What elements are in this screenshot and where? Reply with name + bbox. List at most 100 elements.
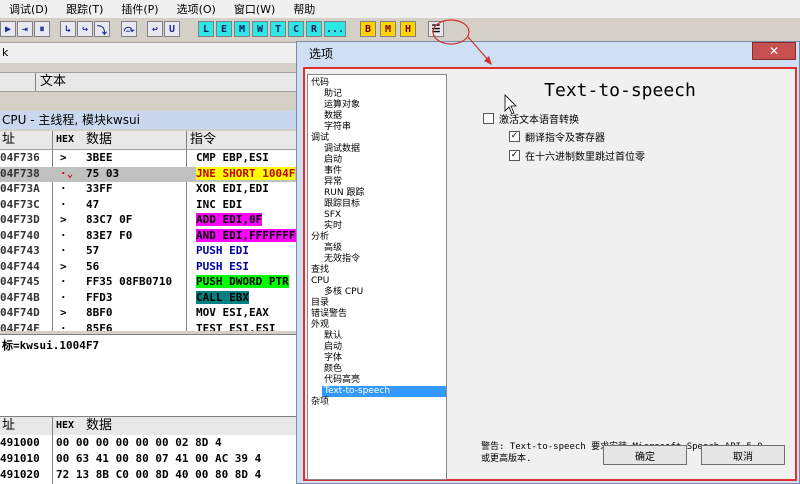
address-column-header[interactable]: 址 <box>2 417 15 435</box>
row-marker: ·⌄ <box>60 166 74 180</box>
tree-item-defaults[interactable]: 默认 <box>324 331 342 342</box>
tree-item-run-trace[interactable]: RUN 跟踪 <box>324 188 364 199</box>
tree-item-operands[interactable]: 运算对象 <box>324 100 360 111</box>
disasm-row[interactable]: 04F74B · FFD3 CALL EBX <box>0 290 300 307</box>
tree-item-colors[interactable]: 颜色 <box>324 364 342 375</box>
memory-breakpoints-button[interactable]: M <box>380 21 396 37</box>
tree-item-invalid-commands[interactable]: 无效指令 <box>324 254 360 265</box>
tree-item-cpu[interactable]: CPU <box>311 276 329 287</box>
disasm-row[interactable]: 04F74F · 85F6 TEST ESI,ESI <box>0 322 300 332</box>
step-over-icon[interactable]: ↪ <box>77 21 93 37</box>
windows-button[interactable]: W <box>252 21 268 37</box>
execute-till-return-icon[interactable]: ↩ <box>147 21 163 37</box>
tree-item-exceptions[interactable]: 异常 <box>324 177 342 188</box>
row-hex: 75 03 <box>86 166 120 180</box>
disasm-row[interactable]: 04F745 · FF35 08FB0710 PUSH DWORD PTR <box>0 275 300 291</box>
dump-pane[interactable]: 491000 00 00 00 00 00 00 02 8D 4 491010 … <box>0 435 300 484</box>
tree-item-debug[interactable]: 调试 <box>311 133 329 144</box>
row-marker: · <box>60 244 67 257</box>
text-column-header[interactable]: 文本 <box>40 73 66 91</box>
tree-item-startup[interactable]: 启动 <box>324 155 342 166</box>
row-hex: 47 <box>86 197 100 211</box>
cancel-button[interactable]: 取消 <box>701 445 785 465</box>
disasm-row[interactable]: 04F73A · 33FF XOR EDI,EDI <box>0 182 300 198</box>
close-button[interactable]: ✕ <box>752 42 796 60</box>
menu-bar: 调试(D) 跟踪(T) 插件(P) 选项(O) 窗口(W) 帮助 <box>0 0 800 18</box>
row-hex: 56 <box>86 259 100 273</box>
row-hex: 83C7 0F <box>86 213 133 226</box>
translate-instructions-checkbox[interactable]: ✓ 翻译指令及寄存器 <box>509 129 605 144</box>
tree-item-appearance[interactable]: 外观 <box>311 320 329 331</box>
menu-options[interactable]: 选项(O) <box>168 1 225 17</box>
menu-trace[interactable]: 跟踪(T) <box>57 1 112 17</box>
ok-button[interactable]: 确定 <box>603 445 687 465</box>
tree-item-code-highlighting[interactable]: 代码高亮 <box>324 375 360 386</box>
address-column-header[interactable]: 址 <box>2 131 15 149</box>
disasm-row[interactable]: 04F744 > 56 PUSH ESI <box>0 260 300 276</box>
tree-item-analysis[interactable]: 分析 <box>311 232 329 243</box>
play-icon[interactable]: ▶ <box>0 21 16 37</box>
row-instruction: ADD EDI,0F <box>196 213 263 226</box>
tree-item-code[interactable]: 代码 <box>311 78 329 89</box>
tree-item-data[interactable]: 数据 <box>324 111 342 122</box>
execute-till-user-icon[interactable]: U <box>164 21 180 37</box>
tree-item-strings[interactable]: 字符串 <box>324 122 351 133</box>
threads-button[interactable]: T <box>270 21 286 37</box>
disasm-row[interactable]: 04F74D > 8BF0 MOV ESI,EAX <box>0 306 300 322</box>
trace-into-icon[interactable]: ⤵ <box>94 21 110 37</box>
data-column-header[interactable]: 数据 <box>86 131 112 149</box>
tree-item-fonts[interactable]: 字体 <box>324 353 342 364</box>
options-tree[interactable]: 代码 助记 运算对象 数据 字符串 调试 调试数据 启动 事件 异常 RUN 跟… <box>307 74 447 480</box>
data-column-header[interactable]: 数据 <box>86 417 112 435</box>
row-hex: 8BF0 <box>86 306 113 319</box>
disasm-row[interactable]: 04F73D > 83C7 0F ADD EDI,0F <box>0 213 300 229</box>
options-dialog: 选项 ✕ 代码 助记 运算对象 数据 字符串 调试 调试数据 启动 事件 异常 … <box>296 41 800 484</box>
tree-item-errors-warnings[interactable]: 错误警告 <box>311 309 347 320</box>
tree-item-advanced[interactable]: 高级 <box>324 243 342 254</box>
instruction-column-header[interactable]: 指令 <box>190 131 216 149</box>
disassembly-pane[interactable]: 04F736 > 3BEE CMP EBP,ESI 04F738 ·⌄ 75 0… <box>0 150 300 331</box>
disasm-row[interactable]: 04F743 · 57 PUSH EDI <box>0 244 300 260</box>
menu-plugins[interactable]: 插件(P) <box>112 1 167 17</box>
pause-icon[interactable]: ⏸ <box>34 21 50 37</box>
tree-item-mnemonics[interactable]: 助记 <box>324 89 342 100</box>
step-icon[interactable]: ⇥ <box>17 21 33 37</box>
tree-item-sfx[interactable]: SFX <box>324 210 341 221</box>
tree-item-misc[interactable]: 杂项 <box>311 397 329 408</box>
executable-modules-button[interactable]: E <box>216 21 232 37</box>
tree-item-search[interactable]: 查找 <box>311 265 329 276</box>
breakpoints-button[interactable]: B <box>360 21 376 37</box>
disasm-row[interactable]: 04F73C · 47 INC EDI <box>0 198 300 214</box>
menu-help[interactable]: 帮助 <box>284 1 324 17</box>
step-into-icon[interactable]: ↳ <box>60 21 76 37</box>
checkbox-box[interactable] <box>483 113 494 124</box>
log-window-button[interactable]: L <box>198 21 214 37</box>
hardware-breakpoints-button[interactable]: H <box>400 21 416 37</box>
tree-item-trace-target[interactable]: 跟踪目标 <box>324 199 360 210</box>
tree-item-just-in-time[interactable]: 实时 <box>324 221 342 232</box>
tree-item-directories[interactable]: 目录 <box>311 298 329 309</box>
skip-leading-zeros-checkbox[interactable]: ✓ 在十六进制数里跳过首位零 <box>509 148 645 163</box>
trace-over-icon[interactable]: ⤼ <box>121 21 137 37</box>
checkbox-box[interactable]: ✓ <box>509 150 520 161</box>
menu-window[interactable]: 窗口(W) <box>225 1 284 17</box>
tree-item-debug-data[interactable]: 调试数据 <box>324 144 360 155</box>
menu-debug[interactable]: 调试(D) <box>0 1 57 17</box>
references-button[interactable]: R <box>306 21 322 37</box>
cpu-button[interactable]: C <box>288 21 304 37</box>
tree-item-text-to-speech[interactable]: Text-to-speech <box>322 386 446 397</box>
memory-map-button[interactable]: M <box>234 21 250 37</box>
disasm-row[interactable]: 04F736 > 3BEE CMP EBP,ESI <box>0 151 300 167</box>
column-divider <box>35 73 36 91</box>
list-icon[interactable]: ☰ <box>428 21 444 37</box>
tree-item-multicore-cpu[interactable]: 多核 CPU <box>324 287 363 298</box>
info-pane[interactable]: 标=kwsui.1004F7 <box>0 334 300 416</box>
tree-item-events[interactable]: 事件 <box>324 166 342 177</box>
disasm-row[interactable]: 04F740 · 83E7 F0 AND EDI,FFFFFFF0 <box>0 228 300 245</box>
more-button[interactable]: ... <box>324 21 346 37</box>
checkbox-box[interactable]: ✓ <box>509 131 520 142</box>
enable-tts-checkbox[interactable]: 激活文本语音转换 <box>483 111 579 126</box>
row-hex: 83E7 F0 <box>86 228 133 242</box>
tree-item-appearance-startup[interactable]: 启动 <box>324 342 342 353</box>
disasm-row-selected[interactable]: 04F738 ·⌄ 75 03 JNE SHORT 1004F <box>0 166 300 182</box>
